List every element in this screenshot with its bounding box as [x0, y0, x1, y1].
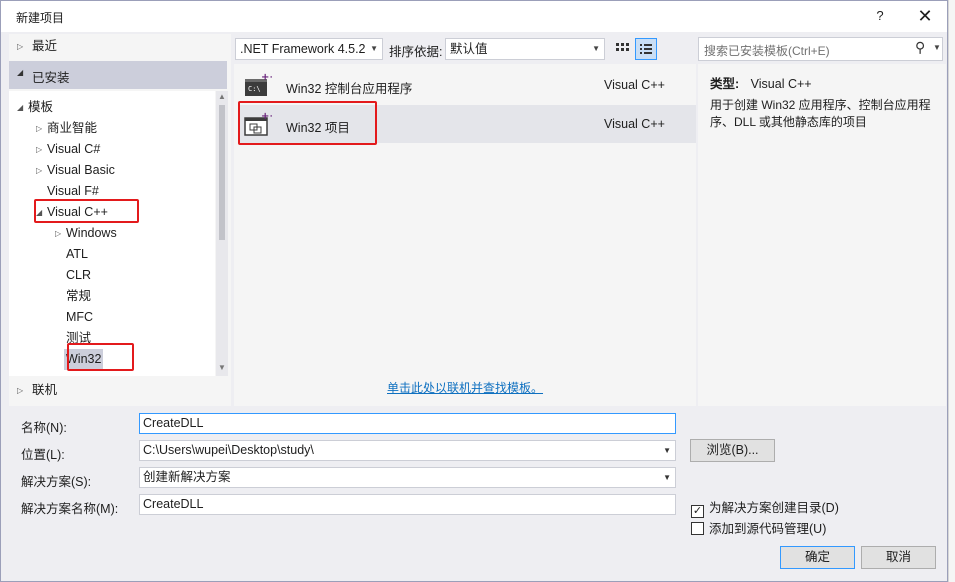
sort-select[interactable]: 默认值 ▼: [445, 38, 605, 60]
template-name: Win32 控制台应用程序: [286, 82, 413, 96]
framework-select[interactable]: .NET Framework 4.5.2 ▼: [235, 38, 383, 60]
tree-item[interactable]: MFC: [9, 307, 215, 328]
location-label: 位置(L):: [21, 448, 65, 462]
template-category-panel: ▷ 最近 ◢ 已安装 ◢ 模板 ▷ 商业智能 ▷ Visual C# ▷ Visual Bas…: [9, 34, 231, 406]
name-label: 名称(N):: [21, 421, 67, 435]
tree-item[interactable]: ▷ Visual C#: [9, 139, 215, 160]
close-button[interactable]: ✕: [911, 3, 939, 29]
solution-name-field[interactable]: CreateDLL: [139, 494, 676, 515]
tree-arrow-icon[interactable]: ◢: [17, 97, 23, 118]
search-icon[interactable]: ⚲: [915, 39, 925, 56]
tree-item[interactable]: 常规: [9, 286, 215, 307]
template-description: 用于创建 Win32 应用程序、控制台应用程序、DLL 或其他静态库的项目: [710, 98, 931, 129]
small-icons-view-icon[interactable]: [612, 39, 632, 59]
solution-name-value: CreateDLL: [143, 497, 204, 511]
tree-item[interactable]: ◢ 模板: [9, 97, 215, 118]
expand-arrow-icon: ▷: [17, 42, 24, 51]
svg-text:C:\: C:\: [248, 85, 261, 93]
cancel-button[interactable]: 取消: [861, 546, 936, 569]
list-view-icon[interactable]: [635, 38, 657, 60]
template-item-console[interactable]: C:\ ++ Win32 控制台应用程序 Visual C++: [238, 66, 696, 104]
tree-item-label: 商业智能: [47, 121, 98, 135]
browse-button[interactable]: 浏览(B)...: [690, 439, 775, 462]
template-language: Visual C++: [604, 78, 665, 92]
template-search[interactable]: 搜索已安装模板(Ctrl+E) ⚲ ▼: [698, 37, 943, 61]
location-field[interactable]: C:\Users\wupei\Desktop\study\ ▼: [139, 440, 676, 461]
tree-arrow-icon[interactable]: ▷: [36, 139, 42, 160]
dialog-title: 新建项目: [16, 11, 65, 25]
online-section[interactable]: ▷ 联机: [9, 380, 227, 401]
tree-item-label: ATL: [66, 247, 88, 261]
tree-item-label: CLR: [66, 268, 92, 282]
chevron-down-icon: ▼: [663, 473, 671, 482]
add-source-control-label: 添加到源代码管理(U): [709, 522, 827, 536]
solution-value: 创建新解决方案: [143, 470, 231, 484]
highlight-win32: [67, 343, 134, 371]
template-language: Visual C++: [604, 117, 665, 131]
chevron-down-icon: ▼: [370, 44, 378, 53]
template-tree: ◢ 模板 ▷ 商业智能 ▷ Visual C# ▷ Visual Basic Visual F#…: [9, 91, 215, 376]
new-project-dialog: 新建项目 ? ✕ ▷ 最近 ◢ 已安装 ◢ 模板 ▷ 商业智能 ▷ Visual C# ▷ V…: [0, 0, 948, 582]
recent-label: 最近: [32, 39, 58, 53]
sort-value: 默认值: [450, 42, 488, 56]
ok-button[interactable]: 确定: [780, 546, 855, 569]
solution-select[interactable]: 创建新解决方案 ▼: [139, 467, 676, 488]
online-label: 联机: [32, 383, 58, 397]
title-bar: 新建项目 ? ✕: [1, 1, 947, 32]
highlight-visual-cpp: [34, 199, 139, 223]
add-source-control-checkbox[interactable]: 添加到源代码管理(U): [691, 518, 826, 537]
expand-arrow-icon: ▷: [17, 386, 24, 395]
sort-label: 排序依据:: [389, 45, 443, 59]
installed-section[interactable]: ◢ 已安装: [9, 61, 227, 89]
type-line: 类型: Visual C++: [710, 73, 812, 92]
chevron-down-icon[interactable]: ▼: [933, 43, 941, 52]
tree-item-label: 常规: [66, 289, 92, 303]
tree-arrow-icon[interactable]: ▷: [36, 160, 42, 181]
svg-text:++: ++: [261, 72, 272, 83]
checkbox-checked-icon[interactable]: ✓: [691, 505, 704, 518]
recent-section[interactable]: ▷ 最近: [9, 36, 227, 57]
tree-item-label: Visual Basic: [47, 163, 115, 177]
scroll-up-icon[interactable]: ▲: [217, 92, 227, 101]
tree-arrow-icon[interactable]: ▷: [36, 118, 42, 139]
project-name-field[interactable]: CreateDLL: [139, 413, 676, 434]
template-list-panel: C:\ ++ Win32 控制台应用程序 Visual C++ ++ Win32…: [234, 64, 696, 406]
project-name-value: CreateDLL: [143, 416, 204, 430]
tree-item[interactable]: ▷ Visual Basic: [9, 160, 215, 181]
find-online-templates-link[interactable]: 单击此处以联机并查找模板。: [387, 379, 543, 396]
tree-item[interactable]: ▷ 商业智能: [9, 118, 215, 139]
solution-label: 解决方案(S):: [21, 475, 92, 489]
highlight-win32-project: [238, 101, 377, 145]
tree-item[interactable]: CLR: [9, 265, 215, 286]
scroll-thumb[interactable]: [219, 105, 225, 240]
location-value: C:\Users\wupei\Desktop\study\: [143, 443, 314, 457]
chevron-down-icon[interactable]: ▼: [663, 441, 671, 460]
tree-item-label: 模板: [28, 100, 54, 114]
tree-item-label: Windows: [66, 226, 117, 240]
type-value: Visual C++: [750, 77, 812, 91]
tree-item-label: MFC: [66, 310, 94, 324]
tree-item[interactable]: ▷ Windows: [9, 223, 215, 244]
framework-value: .NET Framework 4.5.2: [240, 42, 366, 56]
background-window-edge: [948, 0, 955, 582]
template-details-panel: 类型: Visual C++ 用于创建 Win32 应用程序、控制台应用程序、D…: [698, 64, 946, 406]
search-placeholder: 搜索已安装模板(Ctrl+E): [704, 44, 830, 58]
tree-scrollbar[interactable]: ▲ ▼: [216, 91, 228, 376]
create-directory-label: 为解决方案创建目录(D): [709, 501, 839, 515]
type-label: 类型:: [710, 77, 740, 91]
console-app-icon: C:\ ++: [244, 72, 278, 98]
tree-item-label: Visual C#: [47, 142, 101, 156]
solution-name-label: 解决方案名称(M):: [21, 502, 119, 516]
tree-item[interactable]: ATL: [9, 244, 215, 265]
help-button[interactable]: ?: [869, 5, 891, 27]
chevron-down-icon: ▼: [592, 44, 600, 53]
tree-arrow-icon[interactable]: ▷: [55, 223, 61, 244]
scroll-down-icon[interactable]: ▼: [217, 363, 227, 372]
installed-label: 已安装: [32, 71, 70, 85]
create-directory-checkbox[interactable]: ✓ 为解决方案创建目录(D): [691, 497, 839, 518]
checkbox-unchecked-icon[interactable]: [691, 522, 704, 535]
collapse-arrow-icon: ◢: [17, 68, 24, 77]
